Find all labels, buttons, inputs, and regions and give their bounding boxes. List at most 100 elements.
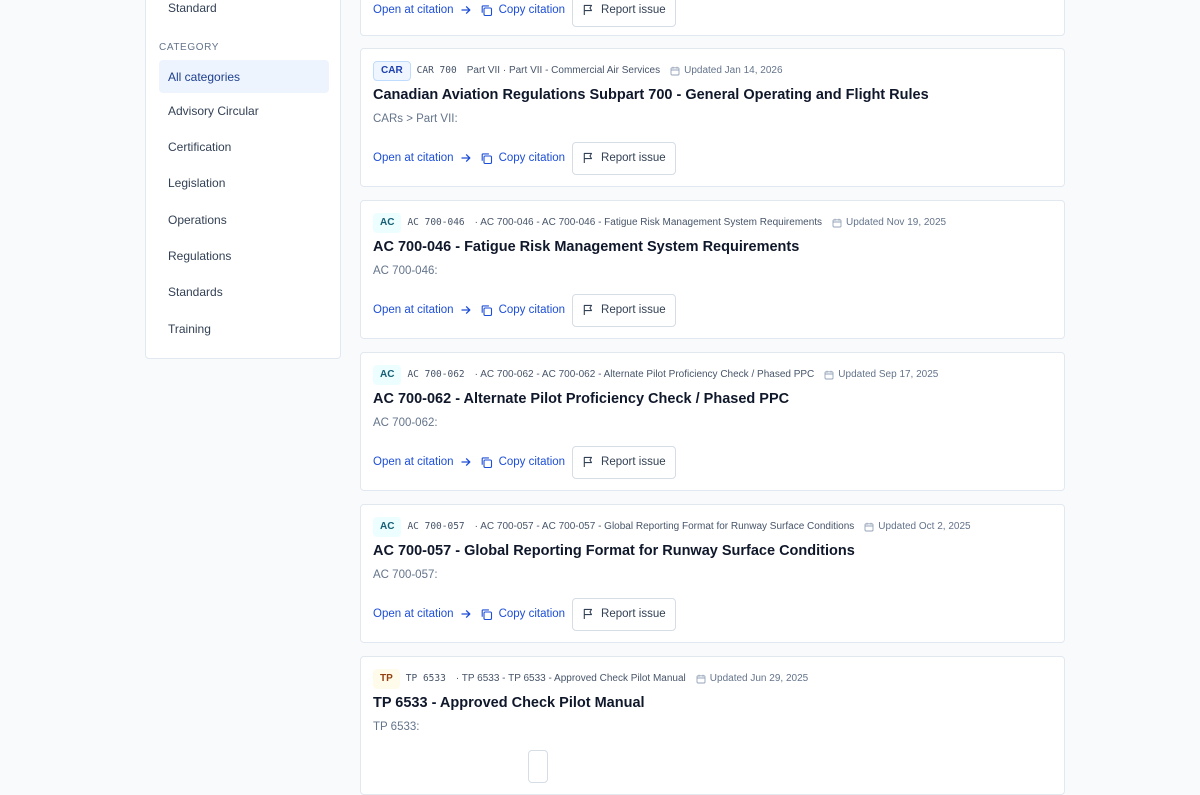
doc-path: · AC 700-046 - AC 700-046 - Fatigue Risk… <box>474 217 823 228</box>
doc-code: CAR 700 <box>416 65 457 76</box>
updated-date: Updated Oct 2, 2025 <box>864 521 971 532</box>
report-issue-label: Report issue <box>601 608 666 620</box>
open-citation-label: Open at citation <box>373 4 454 16</box>
copy-citation-label: Copy citation <box>498 456 566 468</box>
arrow-right-icon <box>460 610 471 618</box>
result-card: AC AC 700-057 · AC 700-057 - AC 700-057 … <box>360 504 1065 643</box>
copy-citation-label: Copy citation <box>498 608 566 620</box>
doc-type-badge: TP <box>373 668 400 689</box>
updated-date: Updated Nov 19, 2025 <box>832 217 946 228</box>
updated-date: Updated Jun 29, 2025 <box>696 673 808 684</box>
doc-type-badge: CAR <box>373 60 411 81</box>
doc-path: · AC 700-062 - AC 700-062 - Alternate Pi… <box>474 369 815 380</box>
result-meta: CAR CAR 700 Part VII · Part VII - Commer… <box>373 60 783 81</box>
sidebar-item-all-categories[interactable]: All categories <box>159 60 329 93</box>
flag-icon <box>583 456 593 467</box>
open-citation-link[interactable]: Open at citation <box>373 152 472 164</box>
copy-icon <box>481 456 492 468</box>
copy-citation-button[interactable]: Copy citation <box>480 152 565 165</box>
sidebar-item-standards[interactable]: Standards <box>159 275 329 308</box>
report-issue-button[interactable] <box>528 749 549 783</box>
report-issue-button[interactable]: Report issue <box>572 0 676 27</box>
calendar-icon <box>832 218 842 227</box>
doc-path: Part VII · Part VII - Commercial Air Ser… <box>466 65 661 76</box>
copy-citation-button[interactable]: Copy citation <box>480 4 565 17</box>
result-snippet: CARs > Part VII: <box>373 113 458 125</box>
sidebar-item-advisory-circular[interactable]: Advisory Circular <box>159 94 329 127</box>
doc-code: AC 700-062 <box>407 369 465 380</box>
report-issue-label: Report issue <box>601 456 666 468</box>
result-snippet: TP 6533: <box>373 721 420 733</box>
copy-citation-button[interactable]: Copy citation <box>480 456 565 469</box>
flag-icon <box>583 608 593 619</box>
arrow-right-icon <box>460 306 471 314</box>
report-issue-button[interactable]: Report issue <box>572 597 676 631</box>
updated-text: Updated Jun 29, 2025 <box>709 673 809 684</box>
doc-type-badge: AC <box>373 516 402 537</box>
result-title[interactable]: AC 700-062 - Alternate Pilot Proficiency… <box>373 391 789 407</box>
open-citation-link[interactable]: Open at citation <box>373 304 472 316</box>
category-heading: CATEGORY <box>159 42 219 53</box>
result-meta: AC AC 700-062 · AC 700-062 - AC 700-062 … <box>373 364 938 385</box>
calendar-icon <box>670 66 680 75</box>
sidebar-item-label: Legislation <box>168 175 226 190</box>
result-snippet: AC 700-057: <box>373 569 438 581</box>
sidebar-item-certification[interactable]: Certification <box>159 130 329 163</box>
updated-text: Updated Nov 19, 2025 <box>846 217 947 228</box>
open-citation-link[interactable]: Open at citation <box>373 456 472 468</box>
updated-text: Updated Jan 14, 2026 <box>684 65 783 76</box>
sidebar-item-label: Regulations <box>168 248 232 263</box>
sidebar-item-label: Operations <box>168 212 227 227</box>
copy-citation-button[interactable]: Copy citation <box>480 304 565 317</box>
flag-icon <box>583 4 593 15</box>
sidebar-item-label: Standards <box>168 284 223 299</box>
doc-code: AC 700-057 <box>407 521 465 532</box>
sidebar-item-regulations[interactable]: Regulations <box>159 239 329 272</box>
calendar-icon <box>696 674 706 683</box>
flag-icon <box>583 304 593 315</box>
doc-path: · AC 700-057 - AC 700-057 - Global Repor… <box>474 521 855 532</box>
open-citation-label: Open at citation <box>373 456 454 468</box>
open-citation-link[interactable]: Open at citation <box>373 4 472 16</box>
result-card: AC AC 700-062 · AC 700-062 - AC 700-062 … <box>360 352 1065 491</box>
result-actions: Open at citation Copy citation Report is… <box>373 597 676 631</box>
result-card: CAR CAR 700 Part VII · Part VII - Commer… <box>360 48 1065 187</box>
arrow-right-icon <box>460 154 471 162</box>
copy-icon <box>481 152 492 164</box>
copy-icon <box>481 608 492 620</box>
sidebar-item-standard[interactable]: Standard <box>159 0 329 24</box>
report-issue-button[interactable]: Report issue <box>572 141 676 175</box>
updated-date: Updated Sep 17, 2025 <box>824 369 938 380</box>
open-citation-link[interactable]: Open at citation <box>373 608 472 620</box>
result-title[interactable]: Canadian Aviation Regulations Subpart 70… <box>373 87 929 103</box>
result-meta: AC AC 700-057 · AC 700-057 - AC 700-057 … <box>373 516 971 537</box>
copy-citation-label: Copy citation <box>498 4 566 16</box>
flag-icon <box>583 152 593 163</box>
doc-code: AC 700-046 <box>407 217 465 228</box>
updated-text: Updated Sep 17, 2025 <box>838 369 939 380</box>
result-title[interactable]: TP 6533 - Approved Check Pilot Manual <box>373 695 645 711</box>
sidebar-item-legislation[interactable]: Legislation <box>159 166 329 199</box>
result-actions: Open at citation Copy citation Report is… <box>373 445 676 479</box>
arrow-right-icon <box>460 6 471 14</box>
copy-citation-button[interactable]: Copy citation <box>480 608 565 621</box>
sidebar-item-label: Training <box>168 321 211 336</box>
result-title[interactable]: AC 700-046 - Fatigue Risk Management Sys… <box>373 239 799 255</box>
sidebar-item-label: All categories <box>168 69 241 84</box>
report-issue-label: Report issue <box>601 4 666 16</box>
calendar-icon <box>864 522 874 531</box>
sidebar-item-training[interactable]: Training <box>159 312 329 345</box>
category-sidebar: Standard CATEGORY All categories Advisor… <box>145 0 341 359</box>
result-title[interactable]: AC 700-057 - Global Reporting Format for… <box>373 543 855 559</box>
sidebar-item-operations[interactable]: Operations <box>159 203 329 236</box>
report-issue-button[interactable]: Report issue <box>572 445 676 479</box>
open-citation-label: Open at citation <box>373 152 454 164</box>
report-issue-button[interactable]: Report issue <box>572 293 676 327</box>
updated-text: Updated Oct 2, 2025 <box>878 521 971 532</box>
result-actions: Open at citation Copy citation Report is… <box>373 141 676 175</box>
result-meta: TP TP 6533 · TP 6533 - TP 6533 - Approve… <box>373 668 808 689</box>
report-issue-label: Report issue <box>601 304 666 316</box>
doc-type-badge: AC <box>373 212 402 233</box>
sidebar-item-label: Advisory Circular <box>168 103 259 118</box>
copy-icon <box>481 304 492 316</box>
